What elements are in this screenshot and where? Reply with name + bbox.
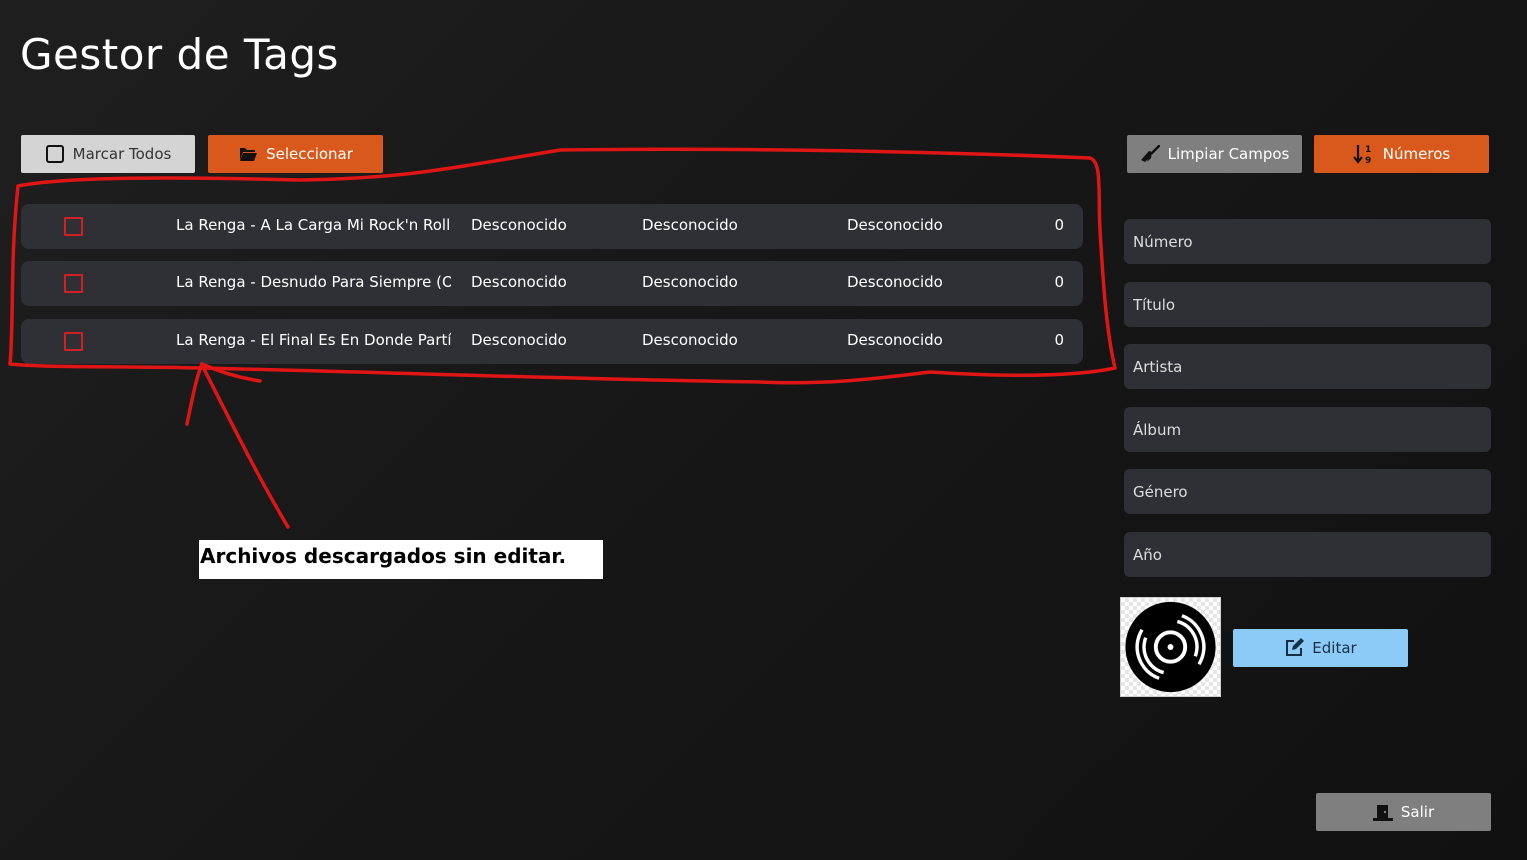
svg-text:1: 1 bbox=[1365, 145, 1371, 155]
vinyl-record-icon bbox=[1125, 601, 1216, 693]
mark-all-button[interactable]: Marcar Todos bbox=[21, 135, 195, 173]
mark-all-label: Marcar Todos bbox=[72, 145, 172, 163]
artist-field[interactable] bbox=[1124, 344, 1491, 389]
exit-label: Salir bbox=[1400, 803, 1435, 821]
genre-field[interactable] bbox=[1124, 469, 1491, 514]
numbers-label: Números bbox=[1382, 145, 1451, 163]
file-genre: Desconocido bbox=[847, 216, 943, 234]
door-exit-icon bbox=[1372, 805, 1393, 821]
file-number: 0 bbox=[1054, 273, 1064, 291]
file-artist: Desconocido bbox=[471, 216, 567, 234]
file-row[interactable]: La Renga - A La Carga Mi Rock'n Roll Des… bbox=[21, 204, 1083, 249]
number-field[interactable] bbox=[1124, 219, 1491, 264]
file-number: 0 bbox=[1054, 216, 1064, 234]
file-artist: Desconocido bbox=[471, 331, 567, 349]
album-cover[interactable] bbox=[1120, 597, 1221, 697]
file-album: Desconocido bbox=[642, 273, 738, 291]
album-field[interactable] bbox=[1124, 407, 1491, 452]
clear-fields-label: Limpiar Campos bbox=[1167, 145, 1290, 163]
broom-icon bbox=[1140, 145, 1160, 162]
file-album: Desconocido bbox=[642, 216, 738, 234]
row-checkbox[interactable] bbox=[64, 274, 83, 293]
edit-button[interactable]: Editar bbox=[1233, 629, 1408, 667]
edit-icon bbox=[1286, 638, 1305, 656]
sort-numeric-icon: 1 9 bbox=[1352, 145, 1371, 165]
file-artist: Desconocido bbox=[471, 273, 567, 291]
row-checkbox[interactable] bbox=[64, 332, 83, 351]
exit-button[interactable]: Salir bbox=[1316, 793, 1491, 831]
select-label: Seleccionar bbox=[266, 145, 353, 163]
clear-fields-button[interactable]: Limpiar Campos bbox=[1127, 135, 1302, 173]
file-album: Desconocido bbox=[642, 331, 738, 349]
file-genre: Desconocido bbox=[847, 273, 943, 291]
row-checkbox[interactable] bbox=[64, 217, 83, 236]
file-genre: Desconocido bbox=[847, 331, 943, 349]
select-button[interactable]: Seleccionar bbox=[208, 135, 383, 173]
file-name: La Renga - A La Carga Mi Rock'n Roll bbox=[176, 216, 451, 234]
page-title: Gestor de Tags bbox=[20, 30, 339, 79]
file-row[interactable]: La Renga - Desnudo Para Siempre (O Desnu… bbox=[21, 261, 1083, 306]
edit-label: Editar bbox=[1312, 639, 1357, 657]
file-row[interactable]: La Renga - El Final Es En Donde Partí De… bbox=[21, 319, 1083, 364]
file-name: La Renga - El Final Es En Donde Partí bbox=[176, 331, 451, 349]
numbers-button[interactable]: 1 9 Números bbox=[1314, 135, 1489, 173]
checkbox-square-icon bbox=[45, 145, 64, 163]
svg-text:9: 9 bbox=[1365, 156, 1371, 165]
title-field[interactable] bbox=[1124, 282, 1491, 327]
annotation-label: Archivos descargados sin editar. bbox=[199, 540, 603, 579]
folder-open-icon bbox=[239, 148, 258, 161]
file-number: 0 bbox=[1054, 331, 1064, 349]
year-field[interactable] bbox=[1124, 532, 1491, 577]
file-name: La Renga - Desnudo Para Siempre (O Desnu… bbox=[176, 273, 451, 291]
